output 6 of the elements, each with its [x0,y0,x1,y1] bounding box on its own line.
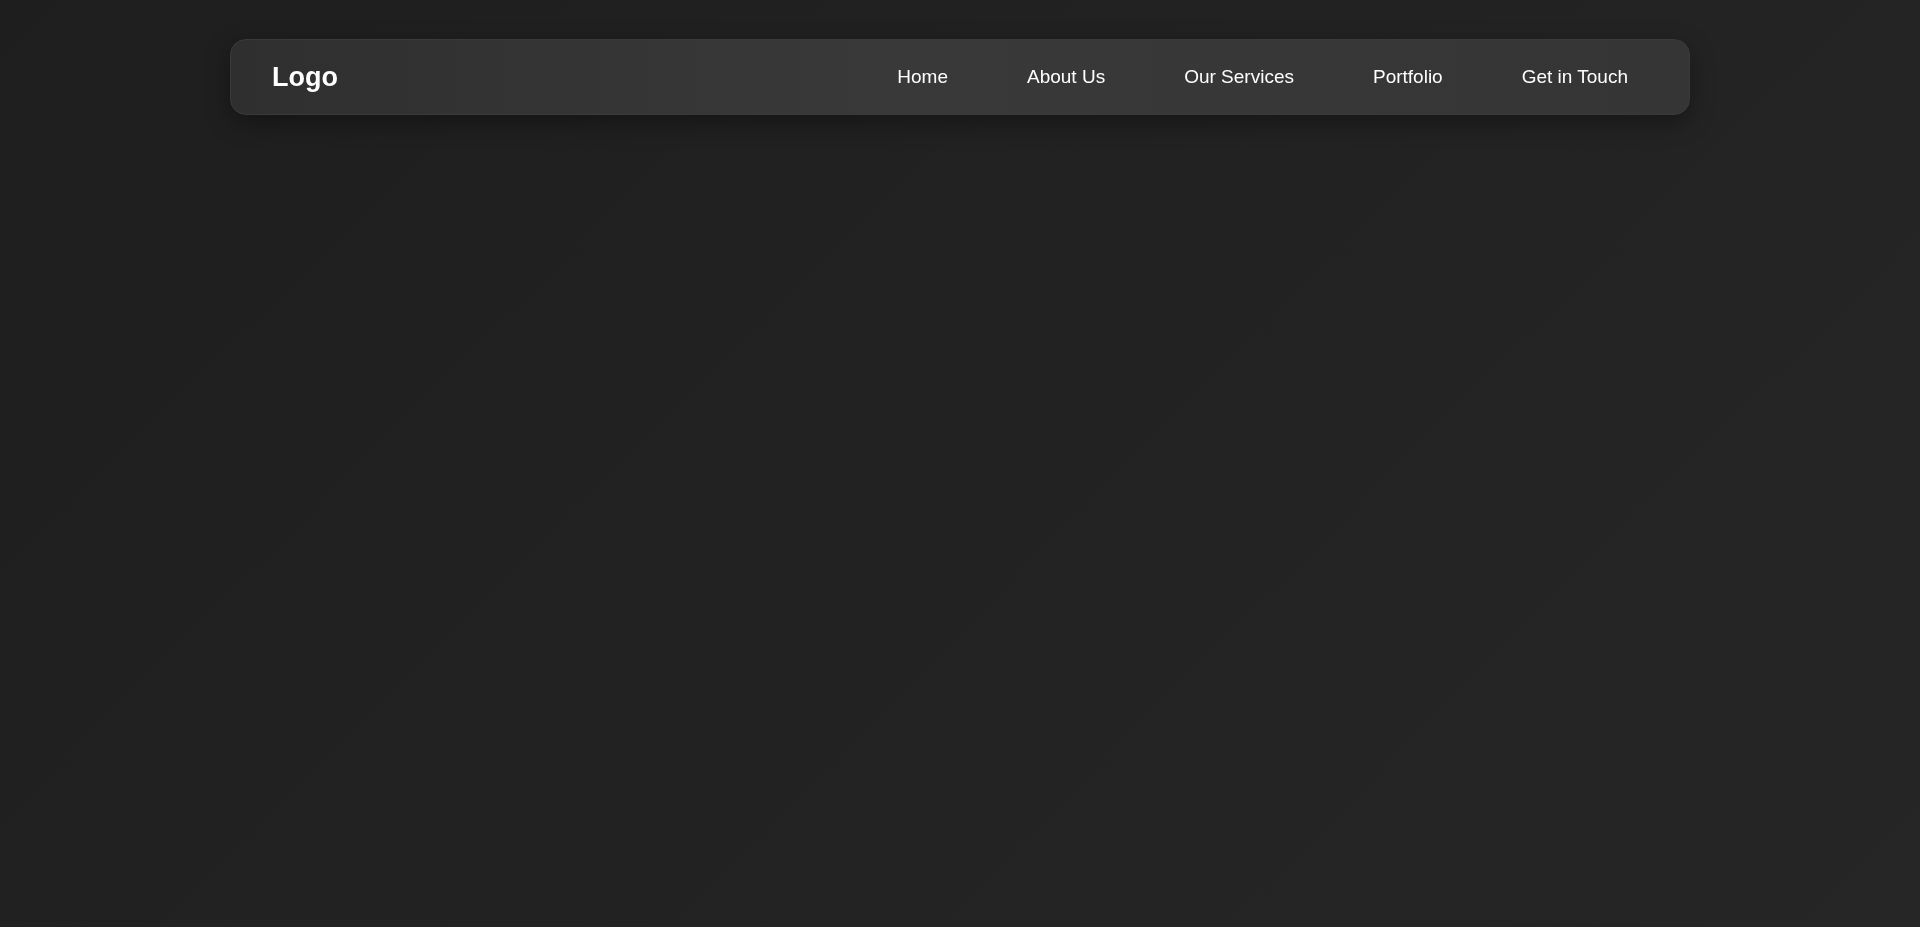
nav-link[interactable]: Home [897,62,948,92]
nav-link[interactable]: Our Services [1184,62,1294,92]
nav-link[interactable]: Portfolio [1372,62,1443,92]
logo[interactable]: Logo [272,56,338,98]
nav-link[interactable]: About Us [1027,62,1106,92]
nav-link[interactable]: Get in Touch [1521,62,1628,92]
